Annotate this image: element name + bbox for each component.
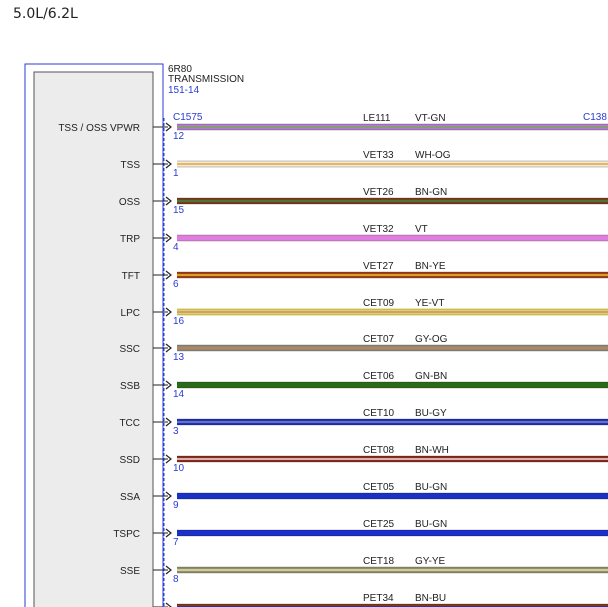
pin-number: 6: [173, 279, 179, 290]
pin-number: 10: [173, 463, 185, 474]
pin-number: 9: [173, 500, 179, 511]
pin-function-label: SSA: [120, 492, 140, 503]
circuit-id[interactable]: VET32: [363, 224, 394, 235]
circuit-id[interactable]: CET05: [363, 482, 395, 493]
pin-function-label: TSS: [121, 160, 141, 171]
wire-color-code: BU-GY: [415, 408, 447, 419]
wire-color-code: BN-WH: [415, 445, 449, 456]
pin-function-label: TCC: [119, 418, 140, 429]
pin-number: 7: [173, 537, 179, 548]
circuit-id[interactable]: CET18: [363, 556, 395, 567]
pin-function-label: TSS / OSS VPWR: [58, 123, 140, 134]
circuit-id[interactable]: VET33: [363, 150, 394, 161]
wire-color-code: BU-GN: [415, 482, 447, 493]
circuit-id[interactable]: VET27: [363, 261, 394, 272]
wire-color-code: YE-VT: [415, 298, 444, 309]
pin-function-label: TSPC: [113, 529, 140, 540]
pin-function-label: TRP: [120, 234, 140, 245]
component-ref[interactable]: 151-14: [168, 85, 200, 96]
wiring-diagram: 6R80 TRANSMISSION 151-14 C1575 C138 TSS …: [24, 63, 608, 607]
component-name-line2: TRANSMISSION: [168, 74, 244, 85]
pin-function-label: SSB: [120, 381, 140, 392]
pin-function-label: OSS: [119, 197, 140, 208]
wire-color-code: VT-GN: [415, 113, 446, 124]
pin-function-label: SSE: [120, 566, 140, 577]
circuit-id[interactable]: CET25: [363, 519, 395, 530]
wire-color-code: BU-GN: [415, 519, 447, 530]
module-box: [33, 71, 154, 607]
connector-id[interactable]: C1575: [173, 112, 203, 123]
pin-number: 15: [173, 205, 185, 216]
circuit-id[interactable]: CET09: [363, 298, 395, 309]
wire-color-code: BN-GN: [415, 187, 447, 198]
pin-number: 8: [173, 574, 179, 585]
pin-number: 14: [173, 389, 185, 400]
wire-color-code: GY-YE: [415, 556, 446, 567]
pin-number: 13: [173, 352, 185, 363]
pin-number: 3: [173, 426, 179, 437]
circuit-id[interactable]: CET10: [363, 408, 395, 419]
circuit-id[interactable]: CET06: [363, 371, 395, 382]
circuit-id[interactable]: VET26: [363, 187, 394, 198]
circuit-id[interactable]: PET34: [363, 593, 394, 604]
pin-function-label: SSD: [119, 455, 140, 466]
pin-function-label: TFT: [122, 271, 140, 282]
pin-function-label: LPC: [121, 308, 140, 319]
circuit-id[interactable]: LE111: [363, 113, 391, 124]
wire-color-code: WH-OG: [415, 150, 451, 161]
far-connector-id[interactable]: C138: [583, 112, 607, 123]
pin-number: 1: [173, 168, 179, 179]
pin-number: 4: [173, 242, 179, 253]
circuit-id[interactable]: CET07: [363, 334, 395, 345]
pin-function-label: SSC: [119, 344, 140, 355]
wire-color-code: VT: [415, 224, 428, 235]
wire-color-code: BN-YE: [415, 261, 446, 272]
pin-number: 16: [173, 316, 185, 327]
pin-number: 12: [173, 131, 185, 142]
pin-arrow-icon: [165, 602, 172, 607]
wire-color-code: GY-OG: [415, 334, 448, 345]
wire-color-code: BN-BU: [415, 593, 446, 604]
wire-color-code: GN-BN: [415, 371, 447, 382]
circuit-id[interactable]: CET08: [363, 445, 395, 456]
